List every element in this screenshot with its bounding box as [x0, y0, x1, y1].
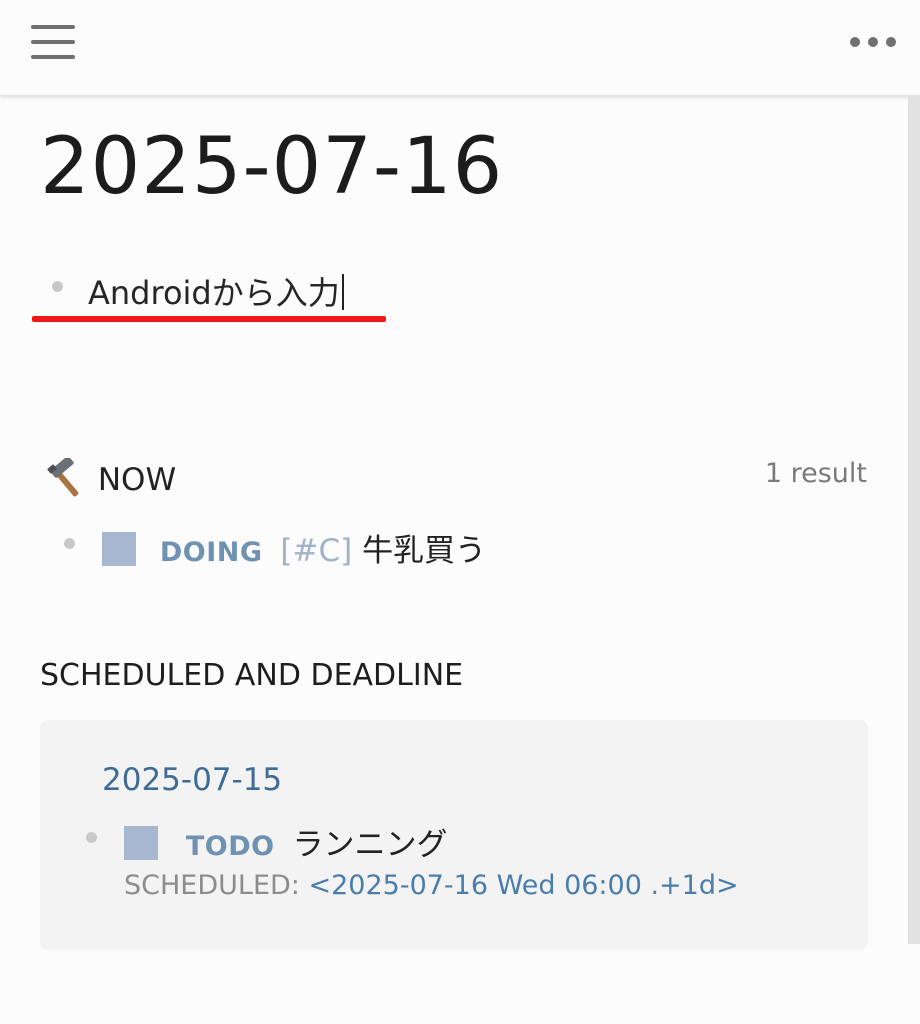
- task-row-doing: DOING [#C] 牛乳買う: [102, 525, 486, 570]
- hammer-icon: [47, 458, 79, 497]
- scrollbar[interactable]: [908, 96, 920, 944]
- task-checkbox[interactable]: [124, 826, 158, 860]
- task-text[interactable]: ランニング: [292, 827, 447, 863]
- task-text[interactable]: 牛乳買う: [362, 533, 486, 569]
- top-toolbar: [0, 0, 920, 96]
- task-checkbox[interactable]: [102, 532, 136, 566]
- result-count: 1 result: [764, 458, 867, 489]
- task-marker[interactable]: DOING: [160, 537, 263, 568]
- page-title[interactable]: 2025-07-16: [40, 128, 503, 206]
- hamburger-menu-icon[interactable]: [28, 22, 78, 62]
- now-query-header[interactable]: NOW: [44, 458, 176, 498]
- scheduled-group-date[interactable]: 2025-07-15: [102, 762, 282, 798]
- text-cursor: [341, 274, 344, 310]
- task-bullet[interactable]: [86, 832, 97, 843]
- block-text: Androidから入力: [88, 274, 340, 312]
- scheduled-info: SCHEDULED: <2025-07-16 Wed 06:00 .+1d>: [124, 870, 739, 901]
- task-bullet[interactable]: [64, 538, 75, 549]
- block-bullet[interactable]: [52, 281, 63, 292]
- block-editor[interactable]: Androidから入力: [88, 268, 344, 314]
- red-annotation-underline: [32, 316, 386, 322]
- scheduled-label: SCHEDULED:: [124, 870, 300, 901]
- task-marker[interactable]: TODO: [186, 831, 275, 862]
- now-title: NOW: [97, 462, 177, 498]
- scheduled-section-title[interactable]: SCHEDULED AND DEADLINE: [40, 658, 463, 693]
- task-row-todo: TODO ランニング: [124, 819, 447, 864]
- more-options-icon[interactable]: [848, 30, 898, 54]
- scheduled-timestamp[interactable]: <2025-07-16 Wed 06:00 .+1d>: [309, 870, 739, 901]
- task-priority[interactable]: [#C]: [280, 533, 352, 569]
